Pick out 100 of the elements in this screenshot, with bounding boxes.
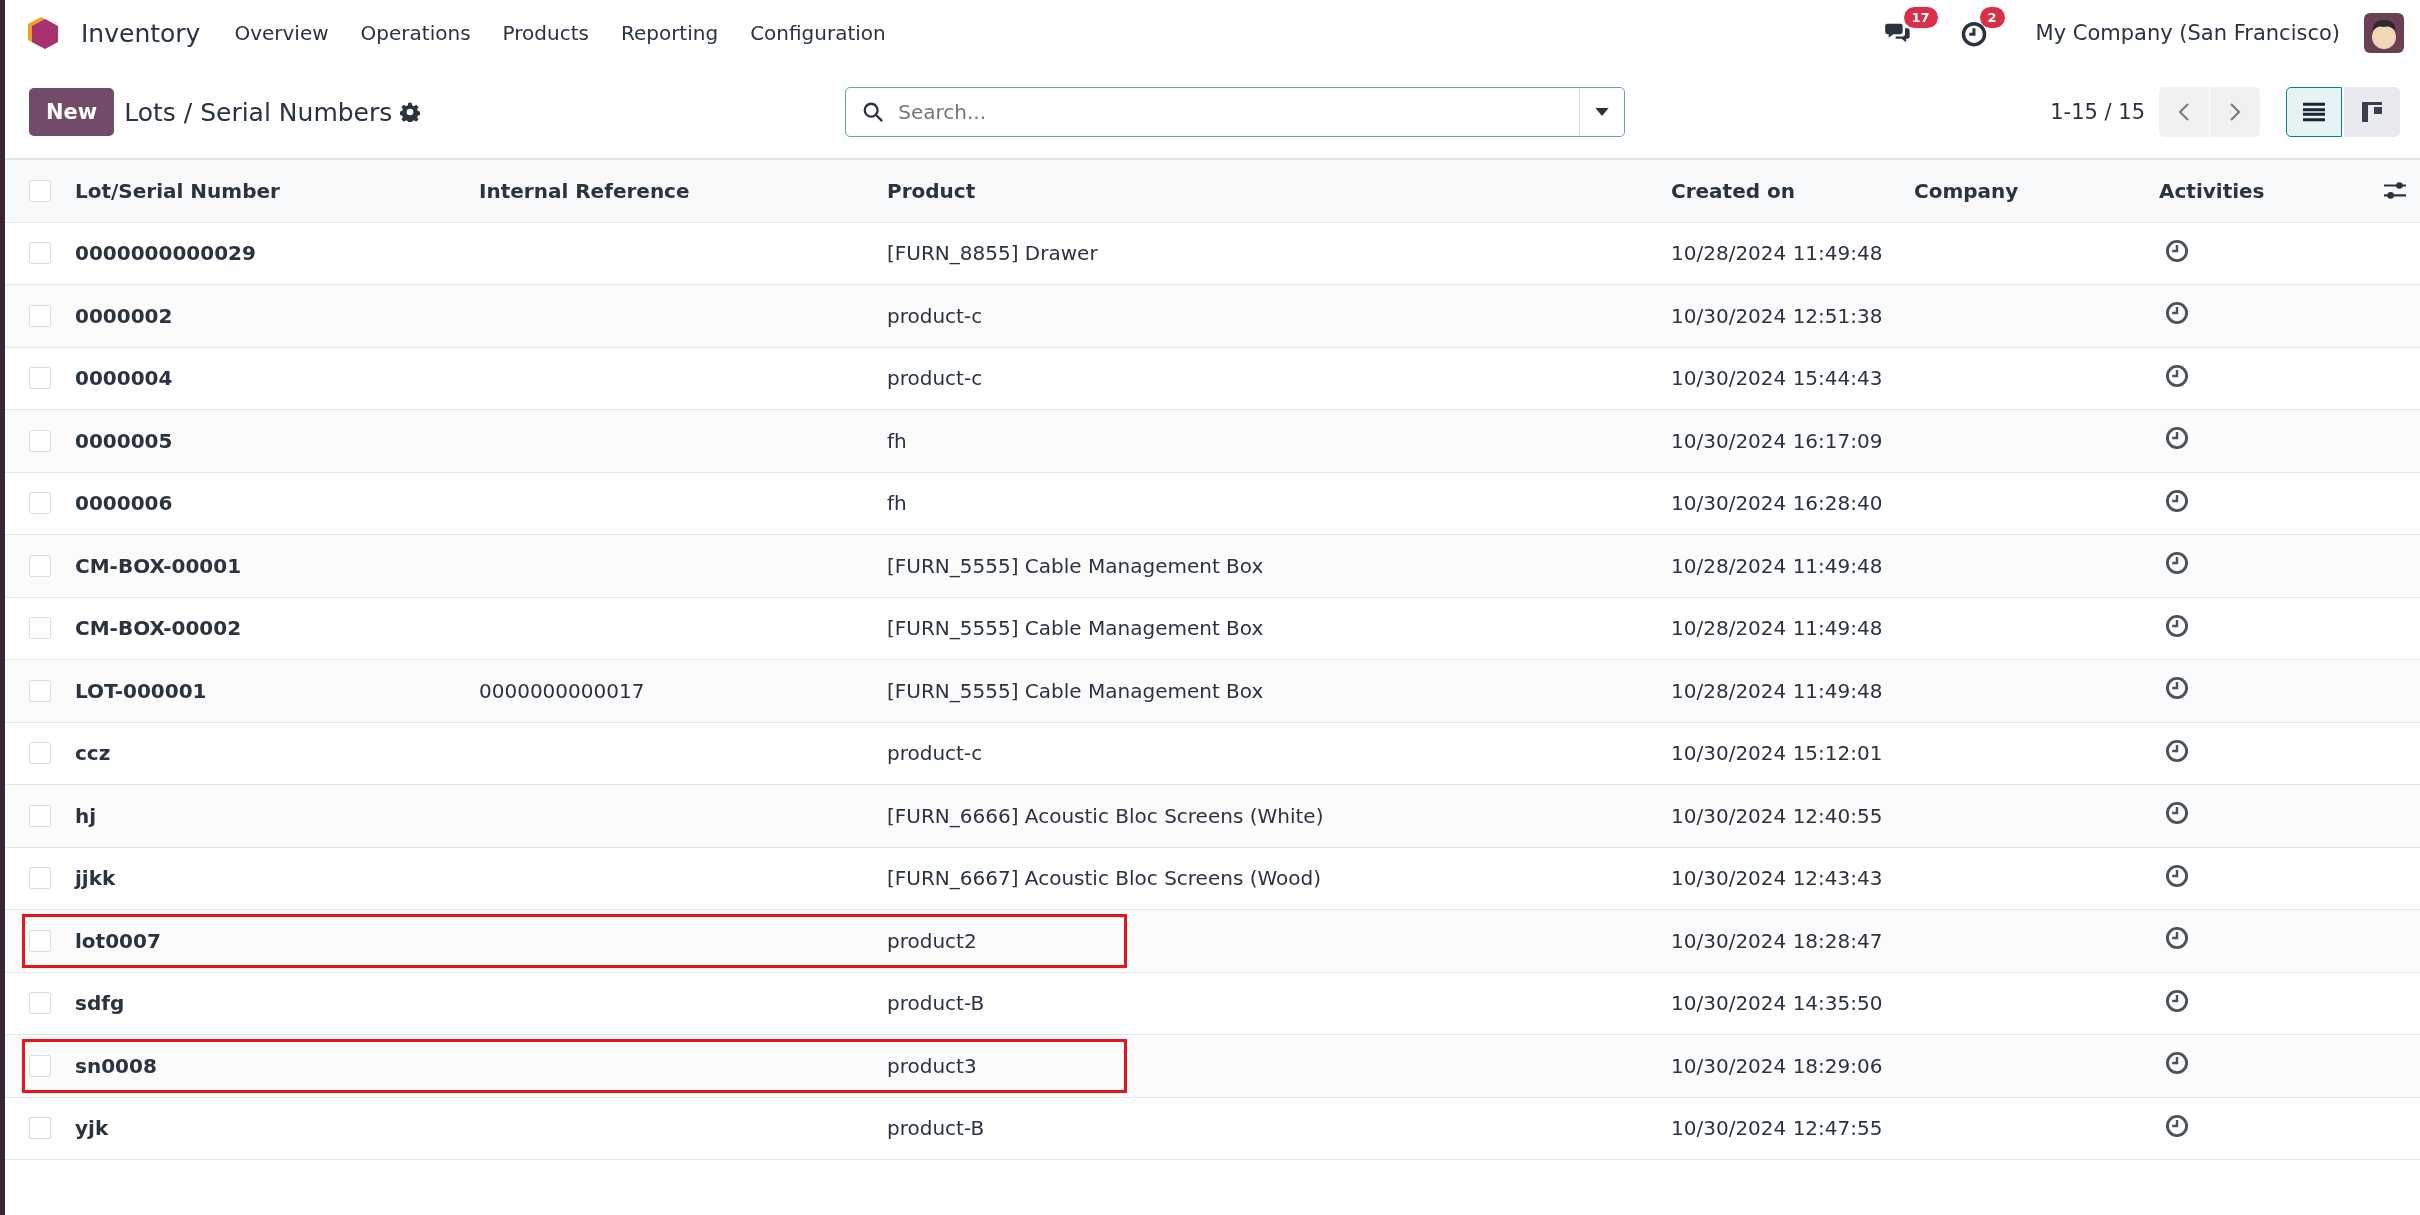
- chevron-right-icon: [2229, 102, 2241, 122]
- table-cell-text: product3: [887, 1053, 978, 1078]
- menu-item[interactable]: Reporting: [620, 21, 719, 45]
- table-cell-text: product-B: [887, 1116, 986, 1141]
- table-cell-text: 10/30/2024 15:12:01: [1671, 741, 1884, 766]
- menu-item[interactable]: Overview: [234, 21, 329, 45]
- column-header[interactable]: Internal Reference: [479, 178, 887, 203]
- table-cell-text: 10/30/2024 18:28:47: [1671, 928, 1884, 953]
- clock-icon[interactable]: [2165, 488, 2189, 513]
- row-checkbox[interactable]: [29, 242, 51, 265]
- table-cell-text: 10/30/2024 14:35:50: [1671, 991, 1884, 1016]
- table-cell-text: jjkk: [75, 866, 117, 891]
- row-checkbox[interactable]: [29, 1054, 51, 1077]
- clock-icon[interactable]: [2165, 988, 2189, 1013]
- clock-icon[interactable]: [2165, 301, 2189, 326]
- list-view-button[interactable]: [2286, 87, 2342, 137]
- clock-icon[interactable]: [2165, 738, 2189, 763]
- table-cell-text: 10/30/2024 12:43:43: [1671, 866, 1884, 891]
- row-checkbox[interactable]: [29, 304, 51, 327]
- table-cell-text: fh: [887, 491, 908, 516]
- table-cell-text: sdfg: [75, 991, 126, 1016]
- column-header[interactable]: Company: [1914, 178, 2159, 203]
- app-name[interactable]: Inventory: [81, 18, 201, 48]
- row-checkbox[interactable]: [29, 367, 51, 390]
- clock-icon[interactable]: [2165, 1113, 2189, 1138]
- select-all-checkbox[interactable]: [29, 179, 51, 202]
- clock-icon[interactable]: [2165, 926, 2189, 951]
- table-cell-text: 10/30/2024 12:47:55: [1671, 1116, 1884, 1141]
- table-cell-text: 0000006: [75, 491, 174, 516]
- gear-icon[interactable]: [400, 102, 421, 122]
- row-checkbox[interactable]: [29, 429, 51, 452]
- table-cell-text: product2: [887, 928, 978, 953]
- search-icon: [862, 101, 885, 123]
- new-button[interactable]: New: [29, 88, 115, 136]
- table-cell-text: [FURN_5555] Cable Management Box: [887, 553, 1265, 578]
- table-cell-text: [FURN_5555] Cable Management Box: [887, 678, 1265, 703]
- row-checkbox[interactable]: [29, 679, 51, 702]
- clock-icon[interactable]: [2165, 551, 2189, 576]
- company-switcher[interactable]: My Company (San Francisco): [2035, 21, 2340, 45]
- table-cell-text: product-B: [887, 991, 986, 1016]
- row-checkbox[interactable]: [29, 617, 51, 640]
- row-checkbox[interactable]: [29, 929, 51, 952]
- app-logo-icon[interactable]: [27, 16, 59, 50]
- table-cell-text: 10/30/2024 16:28:40: [1671, 491, 1884, 516]
- row-checkbox[interactable]: [29, 492, 51, 515]
- table-cell-text: [FURN_5555] Cable Management Box: [887, 616, 1265, 641]
- avatar-icon[interactable]: [2364, 13, 2404, 53]
- column-header[interactable]: Lot/Serial Number: [75, 178, 479, 203]
- table-cell-text: [FURN_6666] Acoustic Bloc Screens (White): [887, 803, 1325, 828]
- sliders-icon[interactable]: [2384, 180, 2406, 201]
- table-cell-text: CM-BOX-00001: [75, 553, 243, 578]
- menu-item[interactable]: Configuration: [750, 21, 886, 45]
- clock-icon[interactable]: [2165, 613, 2189, 638]
- clock-icon[interactable]: [2165, 801, 2189, 826]
- table-cell-text: CM-BOX-00002: [75, 616, 243, 641]
- table-cell-text: 10/30/2024 16:17:09: [1671, 428, 1884, 453]
- row-checkbox[interactable]: [29, 867, 51, 890]
- table-cell-text: 0000000000029: [75, 241, 257, 266]
- clock-icon[interactable]: [2165, 238, 2189, 263]
- table-cell-text: product-c: [887, 741, 984, 766]
- pager-value[interactable]: 1-15 / 15: [2050, 100, 2145, 124]
- list-icon: [2303, 102, 2325, 122]
- column-header[interactable]: Activities: [2159, 178, 2370, 203]
- kanban-view-button[interactable]: [2344, 87, 2400, 137]
- kanban-icon: [2361, 102, 2383, 122]
- clock-icon[interactable]: [2165, 363, 2189, 388]
- row-checkbox[interactable]: [29, 1117, 51, 1140]
- table-cell-text: sn0008: [75, 1053, 158, 1078]
- clock-icon[interactable]: [2165, 1051, 2189, 1076]
- column-header[interactable]: Product: [887, 178, 1671, 203]
- column-header[interactable]: Created on: [1671, 178, 1914, 203]
- table-cell-text: 0000005: [75, 428, 174, 453]
- row-checkbox[interactable]: [29, 554, 51, 577]
- search-field[interactable]: Search...: [845, 87, 1626, 137]
- table-cell-text: 10/30/2024 12:40:55: [1671, 803, 1884, 828]
- table-cell-text: ccz: [75, 741, 112, 766]
- table-cell-text: lot0007: [75, 928, 162, 953]
- table-cell-text: product-c: [887, 366, 984, 391]
- clock-icon[interactable]: [2165, 863, 2189, 888]
- table-cell-text: 10/28/2024 11:49:48: [1671, 241, 1884, 266]
- table-cell-text: [FURN_8855] Drawer: [887, 241, 1099, 266]
- table-cell: 0000000000017: [479, 678, 645, 703]
- notification-badge: 2: [1979, 7, 2005, 28]
- clock-icon[interactable]: [1959, 19, 1988, 47]
- row-checkbox[interactable]: [29, 804, 51, 827]
- menu-item[interactable]: Products: [502, 21, 589, 45]
- table-cell-text: 10/28/2024 11:49:48: [1671, 678, 1884, 703]
- clock-icon[interactable]: [2165, 426, 2189, 451]
- table-cell-text: 0000002: [75, 303, 174, 328]
- caret-icon: [1595, 108, 1610, 116]
- menu-item[interactable]: Operations: [360, 21, 471, 45]
- table-cell-text: fh: [887, 428, 908, 453]
- table-cell-text: 10/28/2024 11:49:48: [1671, 553, 1884, 578]
- clock-icon[interactable]: [2165, 676, 2189, 701]
- table-cell-text: product-c: [887, 303, 984, 328]
- page-title[interactable]: Lots / Serial Numbers: [124, 97, 393, 127]
- row-checkbox[interactable]: [29, 742, 51, 765]
- row-checkbox[interactable]: [29, 992, 51, 1015]
- table-cell-text: 10/30/2024 18:29:06: [1671, 1053, 1884, 1078]
- table-cell-text: hj: [75, 803, 98, 828]
